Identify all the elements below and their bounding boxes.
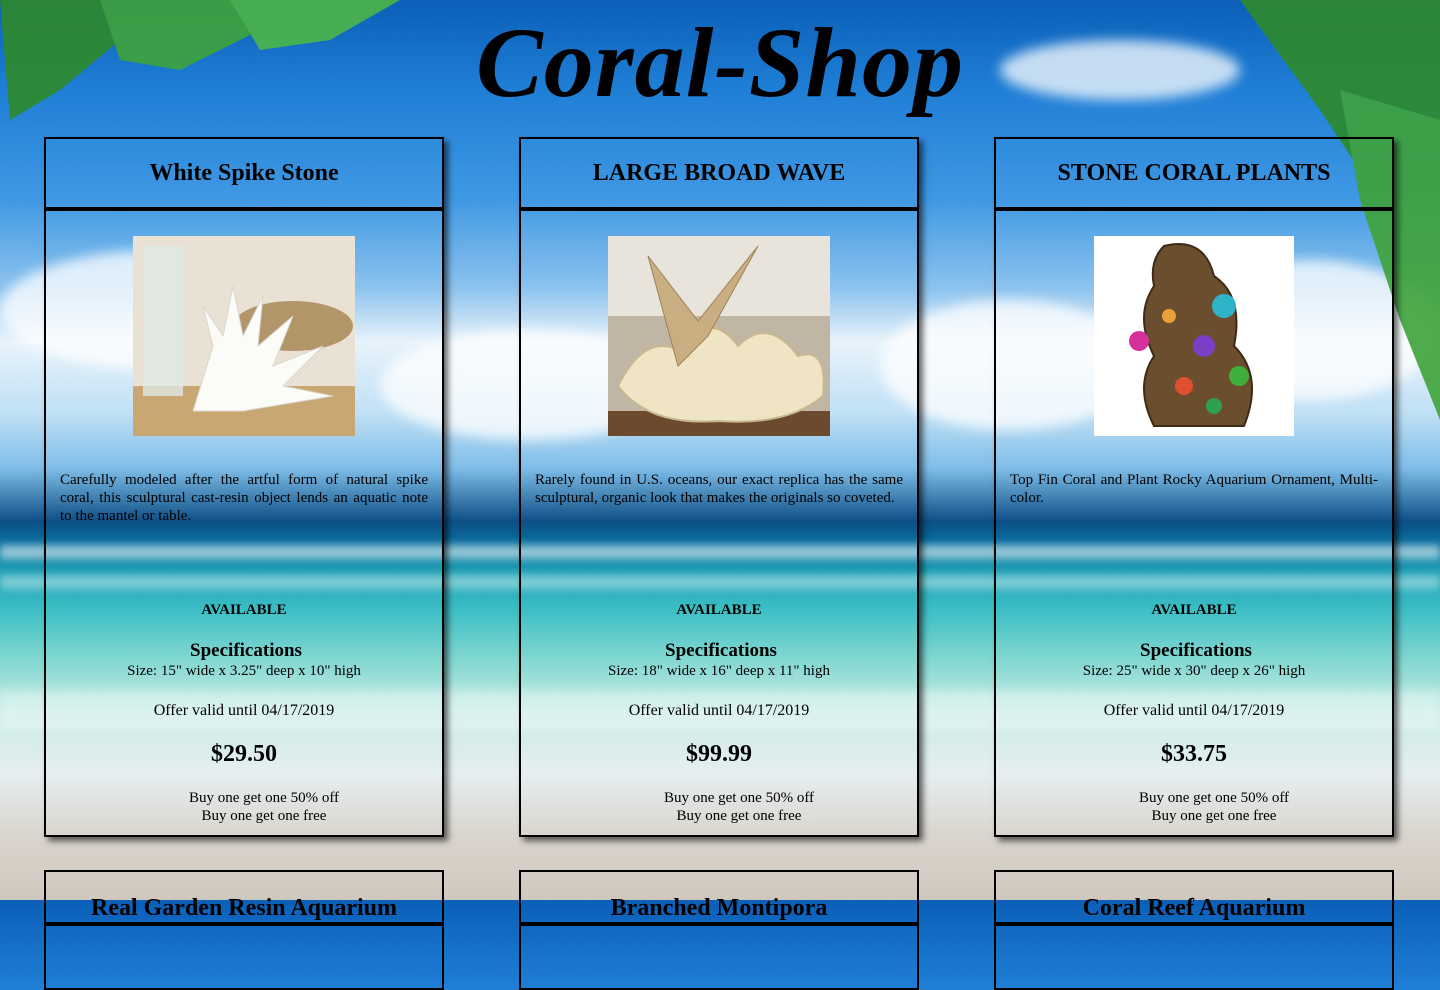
site-title: Coral-Shop [476,7,964,118]
product-card: White Spike Stone Carefully modeled afte… [44,137,444,837]
promo-list: Buy one get one 50% off Buy one get one … [1036,789,1392,825]
specifications-heading: Specifications [665,640,777,661]
promo-item: Buy one get one 50% off [663,790,815,806]
specifications-heading: Specifications [190,640,302,661]
product-name: Branched Montipora [521,872,917,926]
product-price: $99.99 [686,741,752,767]
broad-wave-coral-image [608,236,830,436]
product-name: Real Garden Resin Aquarium [46,872,442,926]
availability-status: AVAILABLE [201,602,287,618]
offer-validity: Offer valid until 04/17/2019 [153,702,335,719]
product-description: Rarely found in U.S. oceans, our exact r… [535,472,903,506]
product-card: Coral Reef Aquarium [994,870,1394,990]
product-card: Real Garden Resin Aquarium [44,870,444,990]
white-coral-image [133,236,355,436]
availability-status: AVAILABLE [676,602,762,618]
product-price: $29.50 [211,741,277,767]
specifications-heading: Specifications [1140,640,1252,661]
promo-item: Buy one get one free [676,808,802,824]
product-card: STONE CORAL PLANTS Top Fin Coral and Pla… [994,137,1394,837]
promo-item: Buy one get one 50% off [1138,790,1290,806]
availability-status: AVAILABLE [1151,602,1237,618]
product-name: STONE CORAL PLANTS [996,139,1392,211]
product-price: $33.75 [1161,741,1227,767]
promo-list: Buy one get one 50% off Buy one get one … [561,789,917,825]
promo-list: Buy one get one 50% off Buy one get one … [86,789,442,825]
product-card: Branched Montipora [519,870,919,990]
product-description: Carefully modeled after the artful form … [60,472,428,524]
product-name: LARGE BROAD WAVE [521,139,917,211]
product-name: White Spike Stone [46,139,442,211]
coral-rock-ornament-image [1094,236,1294,436]
promo-item: Buy one get one free [201,808,327,824]
offer-validity: Offer valid until 04/17/2019 [628,702,810,719]
product-size: Size: 18" wide x 16" deep x 11" high [608,663,830,679]
product-size: Size: 25" wide x 30" deep x 26" high [1082,663,1306,679]
product-size: Size: 15" wide x 3.25" deep x 10" high [127,663,361,679]
product-name: Coral Reef Aquarium [996,872,1392,926]
promo-item: Buy one get one free [1151,808,1277,824]
offer-validity: Offer valid until 04/17/2019 [1103,702,1285,719]
product-description: Top Fin Coral and Plant Rocky Aquarium O… [1010,472,1378,506]
product-card: LARGE BROAD WAVE Rarely found in U.S. oc… [519,137,919,837]
promo-item: Buy one get one 50% off [188,790,340,806]
